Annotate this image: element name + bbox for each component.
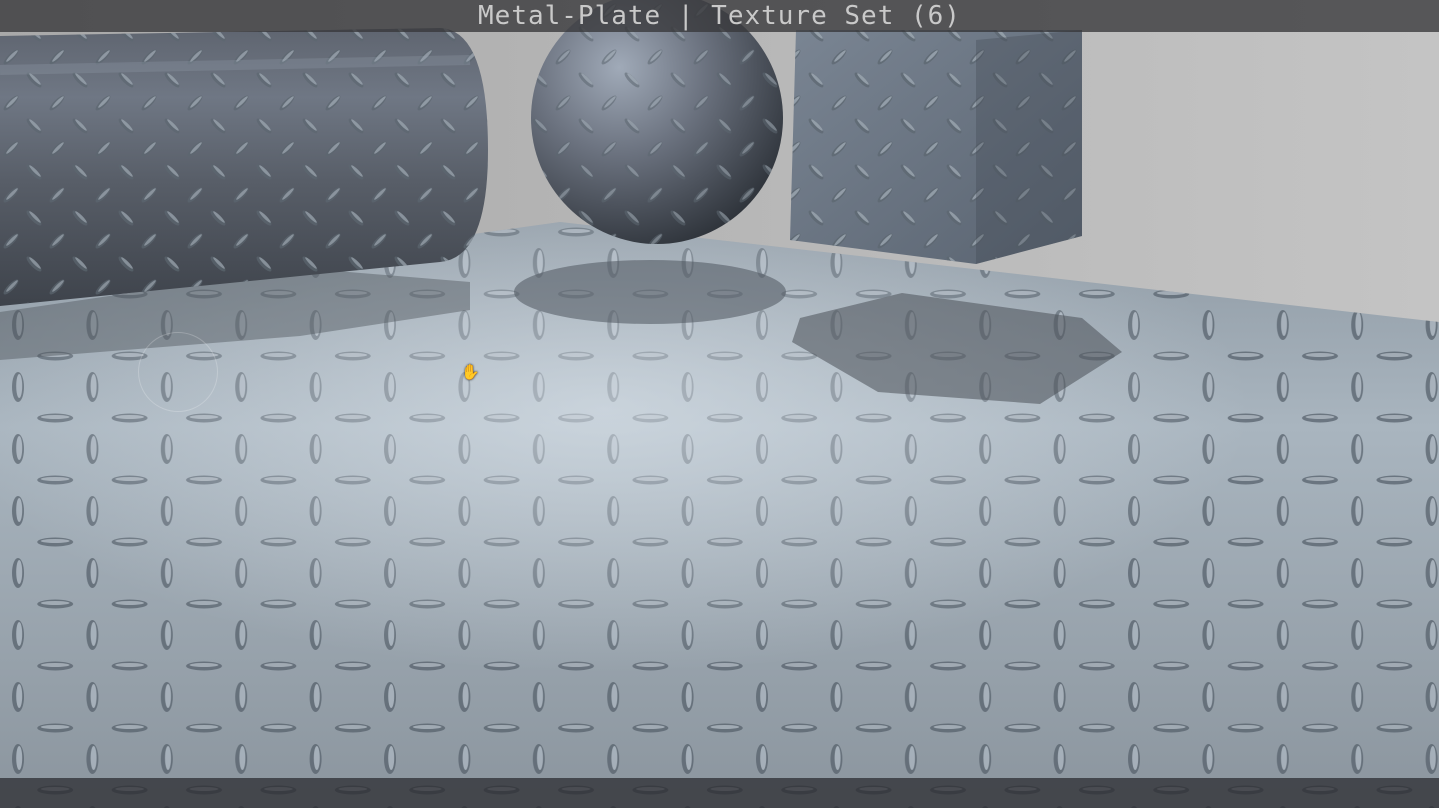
- bottom-bar: [0, 778, 1439, 808]
- render-viewport[interactable]: ✋ Metal-Plate | Texture Set (6): [0, 0, 1439, 808]
- scene-canvas: [0, 0, 1439, 808]
- orbit-gizmo: [138, 332, 218, 412]
- title-bar: Metal-Plate | Texture Set (6): [0, 0, 1439, 32]
- hand-cursor-icon: ✋: [461, 363, 480, 381]
- window-title: Metal-Plate | Texture Set (6): [478, 1, 961, 31]
